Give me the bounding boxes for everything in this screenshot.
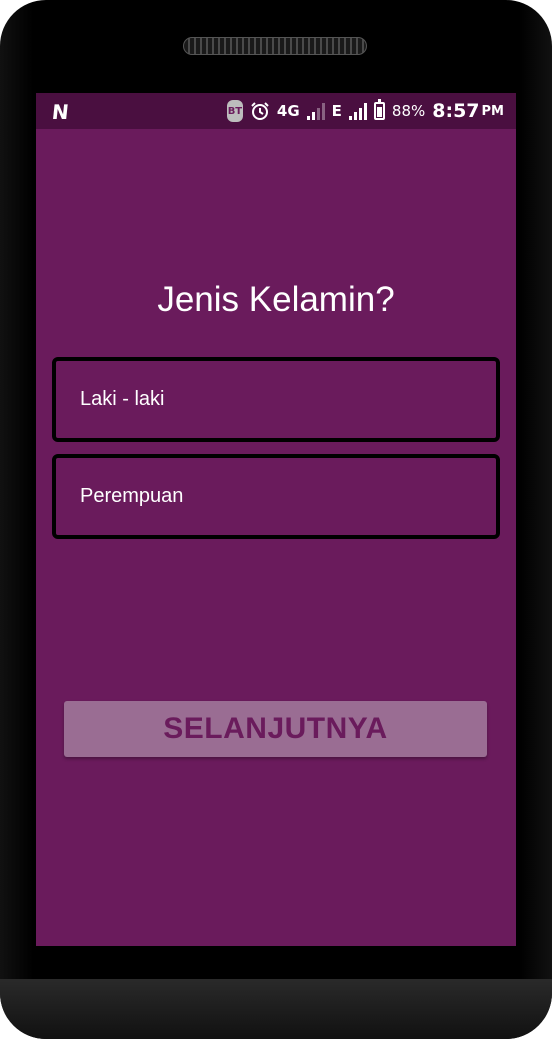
next-button[interactable]: SELANJUTNYA	[64, 701, 487, 757]
page-title: Jenis Kelamin?	[157, 280, 395, 319]
status-bar: N BT 4G E 88% 8:57 PM	[36, 93, 516, 129]
option-label: Perempuan	[80, 485, 184, 507]
phone-frame: N BT 4G E 88% 8:57 PM Jenis Kelamin? Lak…	[0, 0, 552, 1039]
clock-ampm: PM	[481, 103, 504, 119]
option-male[interactable]: Laki - laki	[52, 357, 500, 442]
option-female[interactable]: Perempuan	[52, 454, 500, 539]
alarm-icon	[251, 102, 269, 120]
battery-icon	[373, 99, 385, 120]
app-screen: N BT 4G E 88% 8:57 PM Jenis Kelamin? Lak…	[36, 93, 516, 946]
speaker-grille	[183, 37, 367, 55]
signal-icon	[348, 102, 367, 120]
network-type-label: 4G	[276, 102, 300, 120]
network2-type-label: E	[331, 102, 342, 120]
battery-percent: 88%	[391, 102, 426, 120]
option-label: Laki - laki	[80, 388, 165, 410]
phone-bottom-bezel	[0, 979, 552, 1039]
signal-icon	[306, 102, 325, 120]
clock-time: 8:57	[432, 100, 480, 122]
bluetooth-icon: BT	[226, 100, 243, 122]
notification-n-icon: N	[50, 100, 71, 124]
